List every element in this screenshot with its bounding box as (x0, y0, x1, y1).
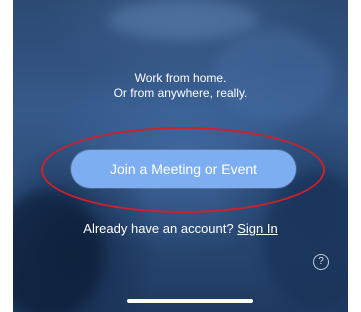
background-photo-region (108, 0, 258, 40)
help-icon[interactable]: ? (313, 254, 329, 270)
tagline-line-2: Or from anywhere, really. (113, 86, 248, 100)
join-meeting-button[interactable]: Join a Meeting or Event (71, 150, 296, 188)
home-indicator[interactable] (127, 299, 253, 303)
sign-in-row: Already have an account? Sign In (13, 221, 348, 236)
account-prompt-text: Already have an account? (83, 221, 238, 236)
tagline-line-1: Work from home. (134, 71, 227, 85)
app-screen: Work from home. Or from anywhere, really… (13, 0, 348, 312)
sign-in-link[interactable]: Sign In (237, 221, 277, 236)
background-photo-region (263, 170, 348, 310)
background-photo-region (13, 190, 103, 312)
